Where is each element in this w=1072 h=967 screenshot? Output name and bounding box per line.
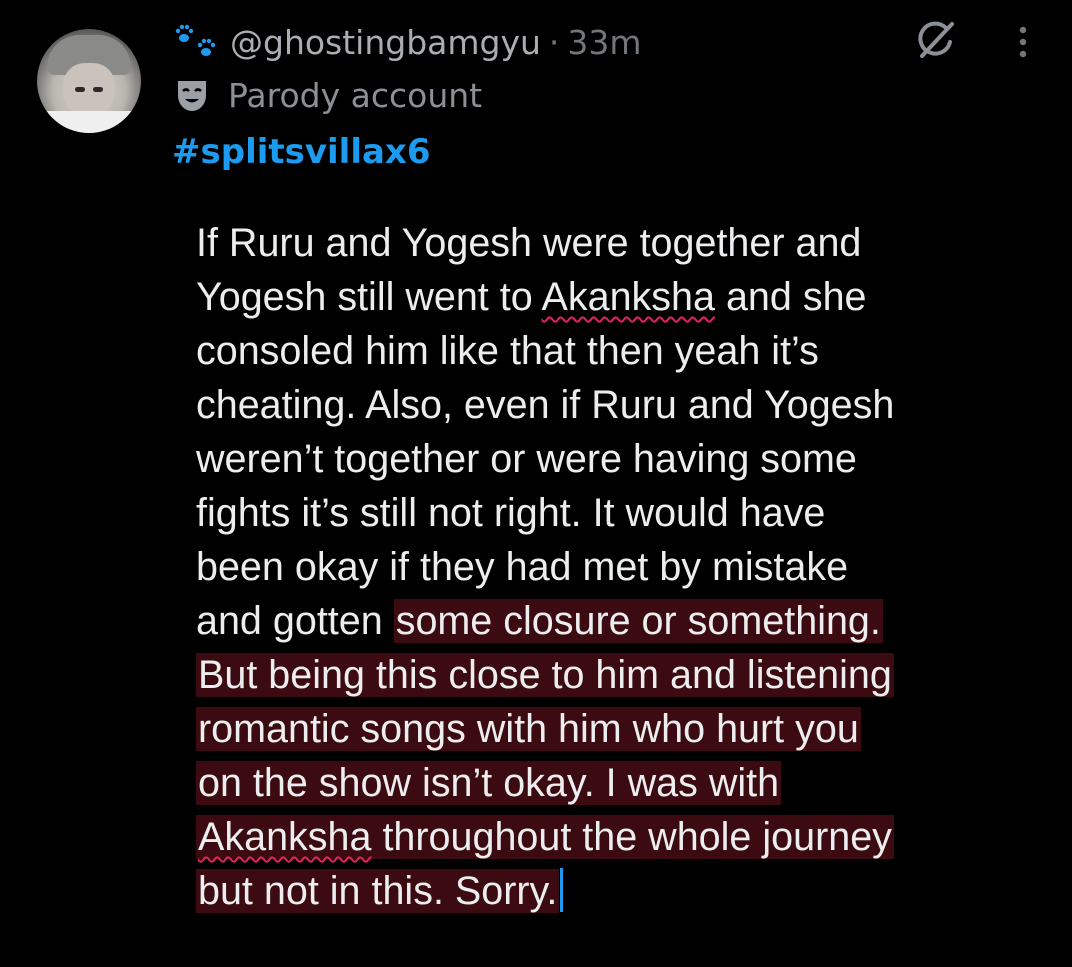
theater-mask-icon bbox=[172, 75, 212, 115]
selected-text[interactable]: on the show isn’t okay. I was with bbox=[196, 761, 782, 805]
body-line: but not in this. Sorry. bbox=[196, 864, 1046, 918]
body-line: If Ruru and Yogesh were together and bbox=[196, 216, 1046, 270]
paw-prints-icon bbox=[172, 22, 222, 62]
selected-text[interactable]: But being this close to him and listenin… bbox=[196, 653, 894, 697]
avatar-eye-right bbox=[93, 87, 103, 92]
spellcheck-word[interactable]: Akanksha bbox=[198, 815, 371, 859]
text-cursor bbox=[560, 868, 564, 912]
grok-icon[interactable] bbox=[912, 16, 960, 64]
separator-dot: · bbox=[548, 22, 560, 62]
selected-text[interactable]: but not in this. Sorry. bbox=[196, 869, 560, 913]
selected-text[interactable]: throughout the whole journey bbox=[371, 815, 891, 859]
parody-label: Parody account bbox=[172, 72, 482, 118]
body-text-segment: cheating. Also, even if Ruru and Yogesh bbox=[196, 383, 895, 427]
body-line: been okay if they had met by mistake bbox=[196, 540, 1046, 594]
body-text-segment: fights it’s still not right. It would ha… bbox=[196, 491, 826, 535]
body-line: fights it’s still not right. It would ha… bbox=[196, 486, 1046, 540]
body-text-segment: consoled him like that then yeah it’s bbox=[196, 329, 819, 373]
body-text-segment: If Ruru and Yogesh were together and bbox=[196, 221, 862, 265]
avatar-eye-left bbox=[75, 87, 85, 92]
body-line: But being this close to him and listenin… bbox=[196, 648, 1046, 702]
selected-text-group[interactable]: Akanksha throughout the whole journey bbox=[196, 815, 894, 859]
body-line: Akanksha throughout the whole journey bbox=[196, 810, 1046, 864]
hashtag-link[interactable]: #splitsvillax6 bbox=[172, 132, 431, 172]
parody-account-text: Parody account bbox=[228, 75, 483, 115]
body-line: cheating. Also, even if Ruru and Yogesh bbox=[196, 378, 1046, 432]
avatar[interactable] bbox=[37, 29, 141, 133]
body-text-segment: been okay if they had met by mistake bbox=[196, 545, 849, 589]
body-line: Yogesh still went to Akanksha and she bbox=[196, 270, 1046, 324]
selected-text[interactable]: romantic songs with him who hurt you bbox=[196, 707, 861, 751]
body-line: consoled him like that then yeah it’s bbox=[196, 324, 1046, 378]
body-line: weren’t together or were having some bbox=[196, 432, 1046, 486]
body-text-segment: weren’t together or were having some bbox=[196, 437, 857, 481]
user-handle[interactable]: @ghostingbamgyu bbox=[230, 23, 541, 62]
body-line: on the show isn’t okay. I was with bbox=[196, 756, 1046, 810]
body-line: romantic songs with him who hurt you bbox=[196, 702, 1046, 756]
avatar-shirt bbox=[37, 111, 141, 133]
tweet: @ghostingbamgyu · 33m Parody account #sp… bbox=[0, 0, 1072, 967]
selected-text[interactable]: some closure or something. bbox=[393, 599, 883, 643]
avatar-face bbox=[63, 63, 115, 117]
spellcheck-word[interactable]: Akanksha bbox=[542, 275, 715, 319]
post-time[interactable]: 33m bbox=[567, 23, 641, 62]
tweet-header: @ghostingbamgyu · 33m bbox=[172, 18, 642, 66]
body-text-segment: Yogesh still went to bbox=[196, 275, 542, 319]
body-text-segment: and gotten bbox=[196, 599, 394, 643]
body-text-segment: and she bbox=[714, 275, 867, 319]
tweet-body: If Ruru and Yogesh were together and Yog… bbox=[196, 216, 1046, 918]
body-line: and gotten some closure or something. bbox=[196, 594, 1046, 648]
more-options-icon[interactable] bbox=[1008, 20, 1038, 64]
